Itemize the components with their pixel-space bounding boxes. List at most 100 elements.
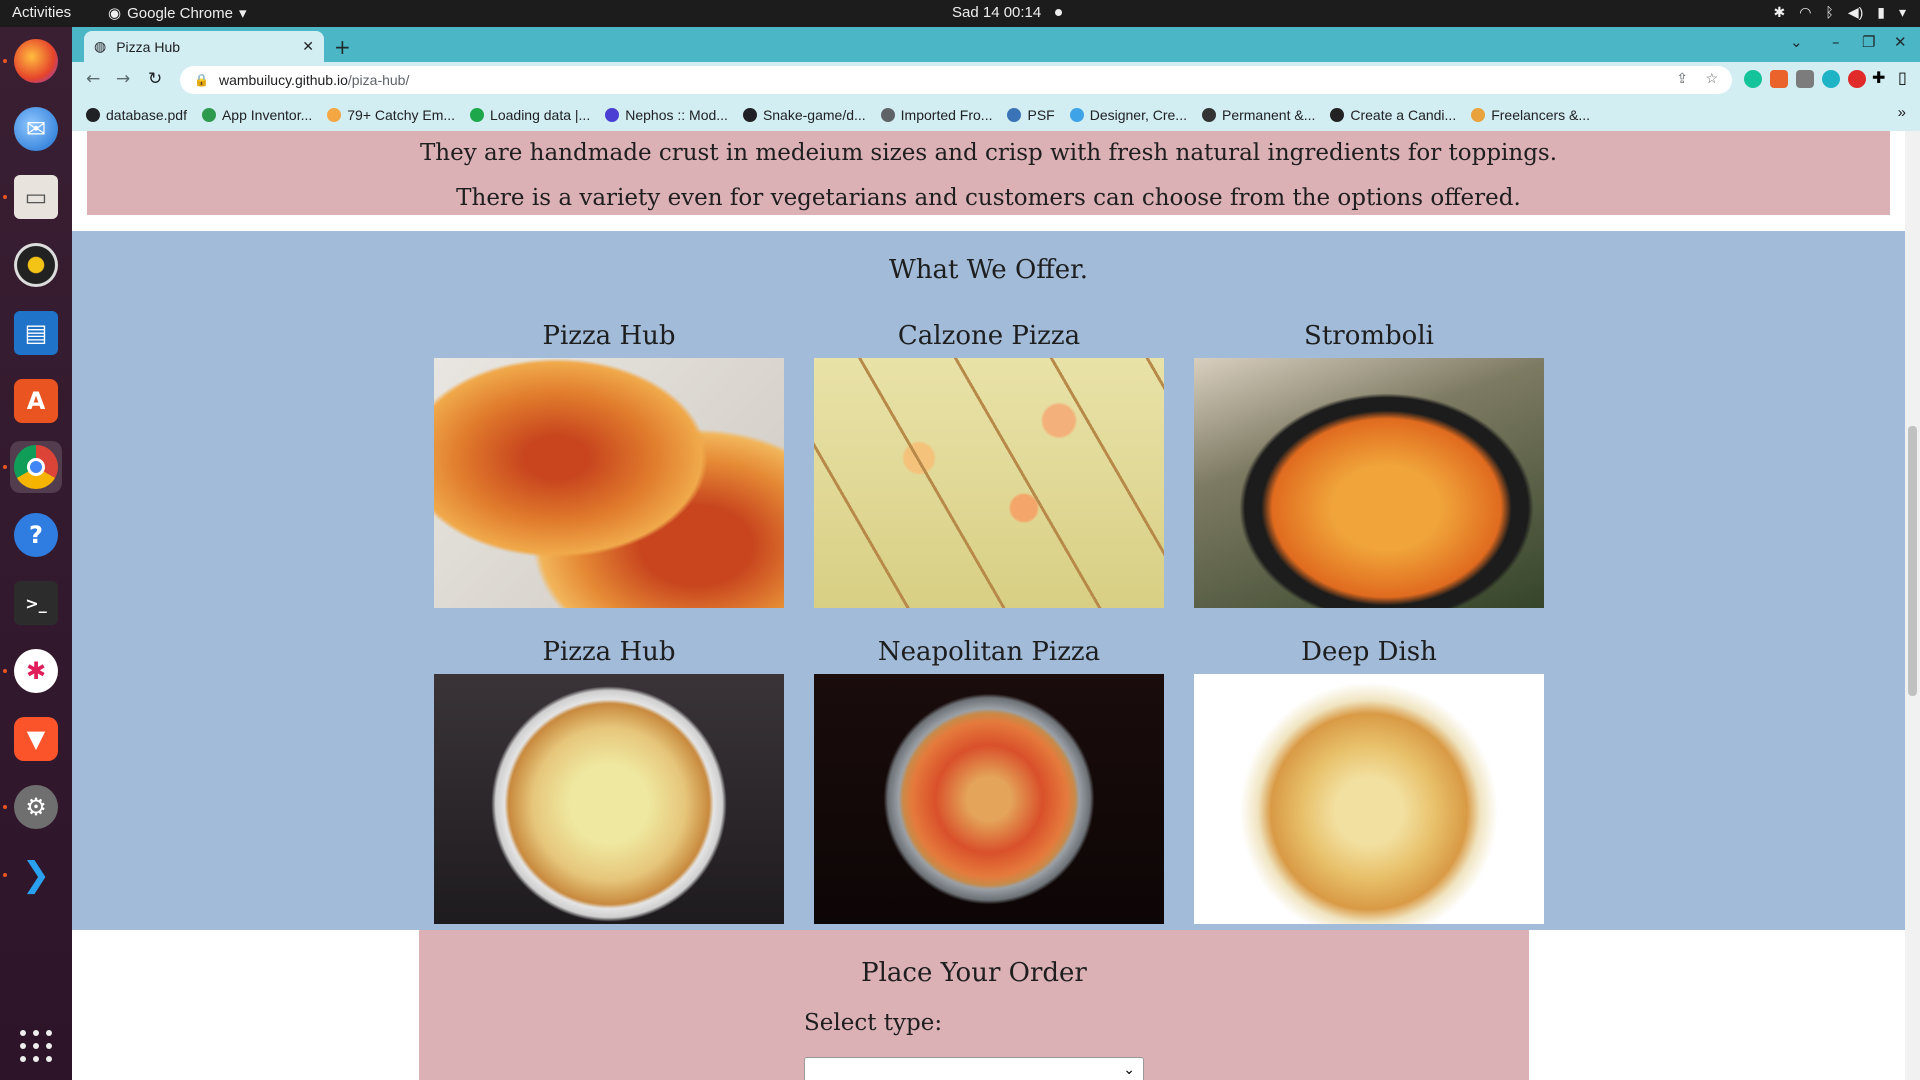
bookmark-label: Permanent &... — [1221, 106, 1316, 123]
bookmarks-bar: database.pdf App Inventor... 79+ Catchy Em… — [72, 98, 1920, 131]
pizza-image — [1194, 358, 1544, 608]
sidepanel-icon[interactable]: ▯ — [1898, 68, 1907, 87]
bookmark-item[interactable]: PSF — [1007, 107, 1055, 123]
vscode-icon: ❯ — [21, 855, 51, 895]
show-apps-icon[interactable] — [20, 1030, 52, 1062]
globe-icon: ◍ — [94, 38, 107, 54]
extension-red-icon[interactable] — [1848, 70, 1866, 88]
share-icon[interactable]: ⇪ — [1676, 70, 1688, 87]
forward-icon[interactable]: → — [116, 69, 130, 89]
url-path: /piza-hub/ — [347, 72, 410, 88]
thunderbird-icon: ✉ — [14, 107, 58, 151]
intro-section: They are handmade crust in medeium sizes… — [87, 131, 1890, 215]
bookmark-item[interactable]: Snake-game/d... — [742, 106, 866, 123]
browser-window: ◍ Pizza Hub ✕ + ⌄ – ❐ ✕ ← → ↻ 🔒 wambuilu… — [72, 27, 1920, 131]
bookmark-favicon-icon — [1201, 107, 1216, 122]
bookmark-label: Loading data |... — [490, 106, 591, 123]
bookmark-favicon-icon — [605, 107, 620, 122]
help-dock-item[interactable]: ? — [10, 509, 62, 561]
bookmark-item[interactable]: App Inventor... — [201, 106, 313, 123]
bookmark-item[interactable]: Designer, Cre... — [1069, 107, 1187, 123]
running-indicator — [3, 669, 7, 673]
menu-card: Pizza Hub — [434, 314, 784, 608]
caret-down-icon: ▾ — [238, 5, 247, 22]
terminal-icon: >_ — [14, 581, 58, 625]
intro-line-2: There is a variety even for vegetarians … — [456, 185, 1521, 211]
tab-search-icon[interactable]: ⌄ — [1790, 33, 1803, 51]
menu-card: Neapolitan Pizza — [814, 630, 1164, 924]
writer-icon: ▤ — [14, 311, 58, 355]
bookmark-favicon-icon — [1471, 107, 1486, 122]
bookmark-favicon-icon — [1330, 107, 1345, 122]
new-tab-icon[interactable]: + — [334, 35, 351, 59]
slack-tray-icon: ✱ — [1773, 4, 1786, 20]
rhythmbox-dock-item[interactable] — [10, 239, 62, 291]
restore-icon[interactable]: ❐ — [1862, 33, 1875, 51]
thunderbird-dock-item[interactable]: ✉ — [10, 103, 62, 155]
running-indicator — [3, 805, 7, 809]
chrome-dock-item[interactable] — [10, 441, 62, 493]
bookmark-label: Snake-game/d... — [762, 106, 866, 123]
minimize-icon[interactable]: – — [1832, 33, 1840, 51]
menu-card-title: Stromboli — [1304, 321, 1434, 351]
bookmark-favicon-icon — [201, 107, 216, 122]
writer-dock-item[interactable]: ▤ — [10, 307, 62, 359]
grammarly-icon[interactable] — [1744, 70, 1762, 88]
pizza-image — [434, 358, 784, 608]
settings-dock-item[interactable]: ⚙ — [10, 781, 62, 833]
clock[interactable]: Sad 14 00:14 — [952, 4, 1063, 21]
activities-button[interactable]: Activities — [12, 4, 71, 21]
bookmark-star-icon[interactable]: ☆ — [1705, 70, 1718, 87]
bookmark-item[interactable]: database.pdf — [86, 107, 187, 123]
menu-card: Deep Dish — [1194, 630, 1544, 924]
software-dock-item[interactable]: A — [10, 375, 62, 427]
url-host: wambuilucy.github.io — [218, 72, 348, 88]
reload-icon[interactable]: ↻ — [148, 69, 162, 89]
bookmark-item[interactable]: 79+ Catchy Em... — [327, 107, 455, 123]
bookmark-label: App Inventor... — [221, 106, 313, 123]
brave-icon: ▼ — [14, 717, 58, 761]
chrome-icon — [14, 445, 58, 489]
bookmark-favicon-icon — [1007, 107, 1022, 122]
toolbar: ← → ↻ 🔒 wambuilucy.github.io /piza-hub/ … — [72, 62, 1920, 98]
extension-orange-icon[interactable] — [1770, 70, 1788, 88]
bookmark-item[interactable]: Freelancers &... — [1471, 107, 1590, 123]
app-name: Google Chrome — [127, 4, 233, 22]
tab-pizza-hub[interactable]: ◍ Pizza Hub ✕ — [84, 31, 324, 62]
extensions-puzzle-icon[interactable]: ✚ — [1872, 68, 1885, 87]
more-bookmarks-icon[interactable]: » — [1898, 104, 1906, 121]
extension-m-icon[interactable] — [1822, 70, 1840, 88]
bookmark-item[interactable]: Create a Candi... — [1330, 107, 1456, 123]
bookmark-item[interactable]: Imported Fro... — [880, 106, 993, 123]
scrollbar-thumb[interactable] — [1908, 426, 1917, 696]
back-icon[interactable]: ← — [86, 69, 100, 89]
bookmark-favicon-icon — [327, 107, 342, 122]
slack-dock-item[interactable]: ✱ — [10, 645, 62, 697]
files-icon: ▭ — [14, 175, 58, 219]
order-section: Place Your Order Select type: ⌄ — [419, 930, 1529, 1080]
vscode-dock-item[interactable]: ❯ — [10, 849, 62, 901]
address-bar[interactable]: 🔒 wambuilucy.github.io /piza-hub/ ⇪ ☆ — [180, 66, 1732, 94]
bookmark-item[interactable]: Permanent &... — [1201, 106, 1316, 123]
page-scrollbar[interactable] — [1905, 131, 1920, 1080]
app-menu[interactable]: ◉ Google Chrome ▾ — [108, 4, 247, 23]
close-tab-icon[interactable]: ✕ — [302, 38, 314, 55]
chrome-small-icon: ◉ — [108, 5, 122, 22]
bookmark-item[interactable]: Loading data |... — [470, 107, 590, 123]
bookmark-item[interactable]: Nephos :: Mod... — [605, 107, 728, 123]
chevron-down-icon: ⌄ — [1123, 1062, 1135, 1078]
bookmark-label: Imported Fro... — [900, 106, 993, 123]
system-tray[interactable]: ✱ ◠ ᛒ ◀) ▮ ▾ — [1773, 4, 1906, 21]
brave-dock-item[interactable]: ▼ — [10, 713, 62, 765]
terminal-dock-item[interactable]: >_ — [10, 577, 62, 629]
close-window-icon[interactable]: ✕ — [1894, 33, 1907, 51]
files-dock-item[interactable]: ▭ — [10, 171, 62, 223]
bookmark-label: Nephos :: Mod... — [625, 106, 728, 123]
power-menu-icon: ▾ — [1898, 4, 1906, 20]
extension-gray-icon[interactable] — [1796, 70, 1814, 88]
bookmark-favicon-icon — [1069, 107, 1084, 122]
pizza-type-select[interactable]: ⌄ — [804, 1057, 1144, 1080]
menu-card-title: Pizza Hub — [542, 637, 676, 667]
pizza-image — [814, 674, 1164, 924]
firefox-dock-item[interactable] — [10, 35, 62, 87]
